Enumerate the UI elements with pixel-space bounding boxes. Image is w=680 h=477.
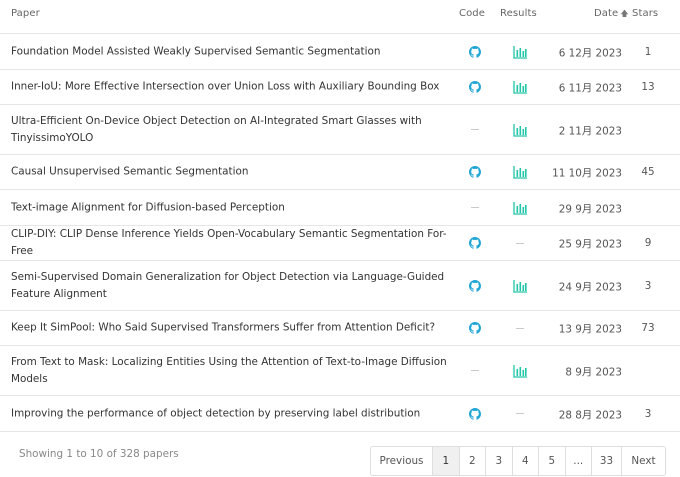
column-header-date[interactable]: Date 🡅 bbox=[594, 8, 629, 22]
no-code-dash bbox=[471, 370, 479, 371]
code-cell bbox=[465, 79, 485, 95]
paper-title-link[interactable]: Ultra-Efficient On-Device Object Detecti… bbox=[11, 113, 451, 147]
paper-date: 28 8月 2023 bbox=[558, 409, 622, 421]
code-cell bbox=[465, 235, 485, 251]
page-button-2[interactable]: 2 bbox=[460, 447, 486, 475]
column-header-results[interactable]: Results bbox=[500, 8, 537, 19]
bar-chart-icon[interactable] bbox=[512, 279, 528, 293]
no-code-dash bbox=[471, 207, 479, 208]
code-cell bbox=[465, 278, 485, 294]
paper-stars: 45 bbox=[641, 166, 655, 178]
results-cell bbox=[510, 363, 530, 379]
paper-title-link[interactable]: Foundation Model Assisted Weakly Supervi… bbox=[11, 43, 451, 60]
bar-chart-icon[interactable] bbox=[512, 123, 528, 137]
paper-title-link[interactable]: Inner-IoU: More Effective Intersection o… bbox=[11, 79, 451, 96]
results-cell bbox=[510, 44, 530, 60]
paper-date: 25 9月 2023 bbox=[558, 238, 622, 251]
paper-date: 24 9月 2023 bbox=[558, 281, 622, 293]
page-button-5[interactable]: 5 bbox=[539, 447, 566, 475]
code-cell bbox=[465, 122, 485, 138]
no-results-dash bbox=[516, 327, 524, 329]
paper-stars: 9 bbox=[644, 237, 652, 249]
no-results-dash bbox=[516, 413, 524, 414]
code-cell bbox=[465, 164, 485, 180]
table-header: Paper Code Results Date 🡅 Stars bbox=[0, 0, 680, 34]
bar-chart-icon[interactable] bbox=[512, 165, 528, 179]
github-icon[interactable] bbox=[469, 81, 481, 93]
paper-date: 29 9月 2023 bbox=[558, 203, 622, 215]
table-row: Text-image Alignment for Diffusion-based… bbox=[0, 190, 680, 226]
results-cell bbox=[510, 79, 530, 95]
code-cell bbox=[465, 406, 485, 422]
paper-stars: 1 bbox=[644, 45, 652, 58]
bar-chart-icon[interactable] bbox=[512, 45, 528, 59]
paper-title-link[interactable]: Improving the performance of object dete… bbox=[11, 405, 451, 422]
paper-date: 13 9月 2023 bbox=[558, 323, 622, 336]
next-page-button[interactable]: Next bbox=[622, 447, 665, 475]
paper-stars: 3 bbox=[644, 407, 652, 420]
paper-title-link[interactable]: Keep It SimPool: Who Said Supervised Tra… bbox=[11, 320, 451, 337]
table-row: Ultra-Efficient On-Device Object Detecti… bbox=[0, 105, 680, 155]
paper-title-link[interactable]: Semi-Supervised Domain Generalization fo… bbox=[11, 269, 451, 303]
column-header-stars[interactable]: Stars bbox=[632, 8, 658, 19]
github-icon[interactable] bbox=[469, 322, 481, 334]
page-ellipsis: ... bbox=[566, 447, 592, 475]
table-row: Keep It SimPool: Who Said Supervised Tra… bbox=[0, 311, 680, 346]
code-cell bbox=[465, 363, 485, 379]
page-button-3[interactable]: 3 bbox=[486, 447, 513, 475]
paper-date: 6 11月 2023 bbox=[558, 82, 622, 95]
code-cell bbox=[465, 44, 485, 60]
github-icon[interactable] bbox=[469, 237, 481, 249]
table-row: From Text to Mask: Localizing Entities U… bbox=[0, 346, 680, 396]
results-cell bbox=[510, 235, 530, 251]
arrow-up-icon: 🡅 bbox=[620, 9, 629, 18]
results-cell bbox=[510, 406, 530, 422]
column-header-code[interactable]: Code bbox=[459, 8, 485, 19]
bar-chart-icon[interactable] bbox=[512, 201, 528, 215]
bar-chart-icon[interactable] bbox=[512, 80, 528, 94]
column-header-paper[interactable]: Paper bbox=[11, 8, 40, 19]
paper-title-link[interactable]: Text-image Alignment for Diffusion-based… bbox=[11, 199, 451, 216]
previous-page-button[interactable]: Previous bbox=[371, 447, 433, 475]
table-row: Foundation Model Assisted Weakly Supervi… bbox=[0, 34, 680, 70]
results-cell bbox=[510, 278, 530, 294]
results-cell bbox=[510, 200, 530, 216]
results-cell bbox=[510, 320, 530, 336]
github-icon[interactable] bbox=[469, 45, 481, 58]
paper-title-link[interactable]: CLIP-DIY: CLIP Dense Inference Yields Op… bbox=[11, 226, 451, 260]
pagination-summary: Showing 1 to 10 of 328 papers bbox=[19, 448, 179, 460]
results-cell bbox=[510, 164, 530, 180]
table-row: Inner-IoU: More Effective Intersection o… bbox=[0, 70, 680, 105]
paper-stars: 3 bbox=[644, 279, 652, 292]
table-row: Semi-Supervised Domain Generalization fo… bbox=[0, 261, 680, 311]
paper-date: 6 12月 2023 bbox=[558, 47, 622, 59]
table-row: Improving the performance of object dete… bbox=[0, 396, 680, 432]
github-icon[interactable] bbox=[469, 407, 481, 420]
no-code-dash bbox=[471, 129, 479, 130]
column-header-date-label: Date bbox=[594, 8, 619, 19]
code-cell bbox=[465, 200, 485, 216]
paper-stars: 73 bbox=[641, 322, 655, 334]
paper-date: 11 10月 2023 bbox=[552, 167, 622, 180]
page-button-33[interactable]: 33 bbox=[592, 447, 622, 475]
paper-title-link[interactable]: From Text to Mask: Localizing Entities U… bbox=[11, 354, 451, 388]
github-icon[interactable] bbox=[469, 166, 481, 178]
bar-chart-icon[interactable] bbox=[512, 364, 528, 378]
code-cell bbox=[465, 320, 485, 336]
page-button-4[interactable]: 4 bbox=[513, 447, 539, 475]
table-row: CLIP-DIY: CLIP Dense Inference Yields Op… bbox=[0, 226, 680, 261]
results-cell bbox=[510, 122, 530, 138]
no-results-dash bbox=[516, 242, 524, 244]
paper-title-link[interactable]: Causal Unsupervised Semantic Segmentatio… bbox=[11, 164, 451, 181]
paper-date: 2 11月 2023 bbox=[558, 125, 622, 137]
paper-stars: 13 bbox=[641, 81, 655, 93]
page-button-1[interactable]: 1 bbox=[433, 447, 460, 475]
table-row: Causal Unsupervised Semantic Segmentatio… bbox=[0, 155, 680, 190]
pagination: Previous 1 2 3 4 5 ... 33 Next bbox=[370, 446, 666, 476]
github-icon[interactable] bbox=[469, 279, 481, 292]
paper-date: 8 9月 2023 bbox=[565, 366, 622, 378]
